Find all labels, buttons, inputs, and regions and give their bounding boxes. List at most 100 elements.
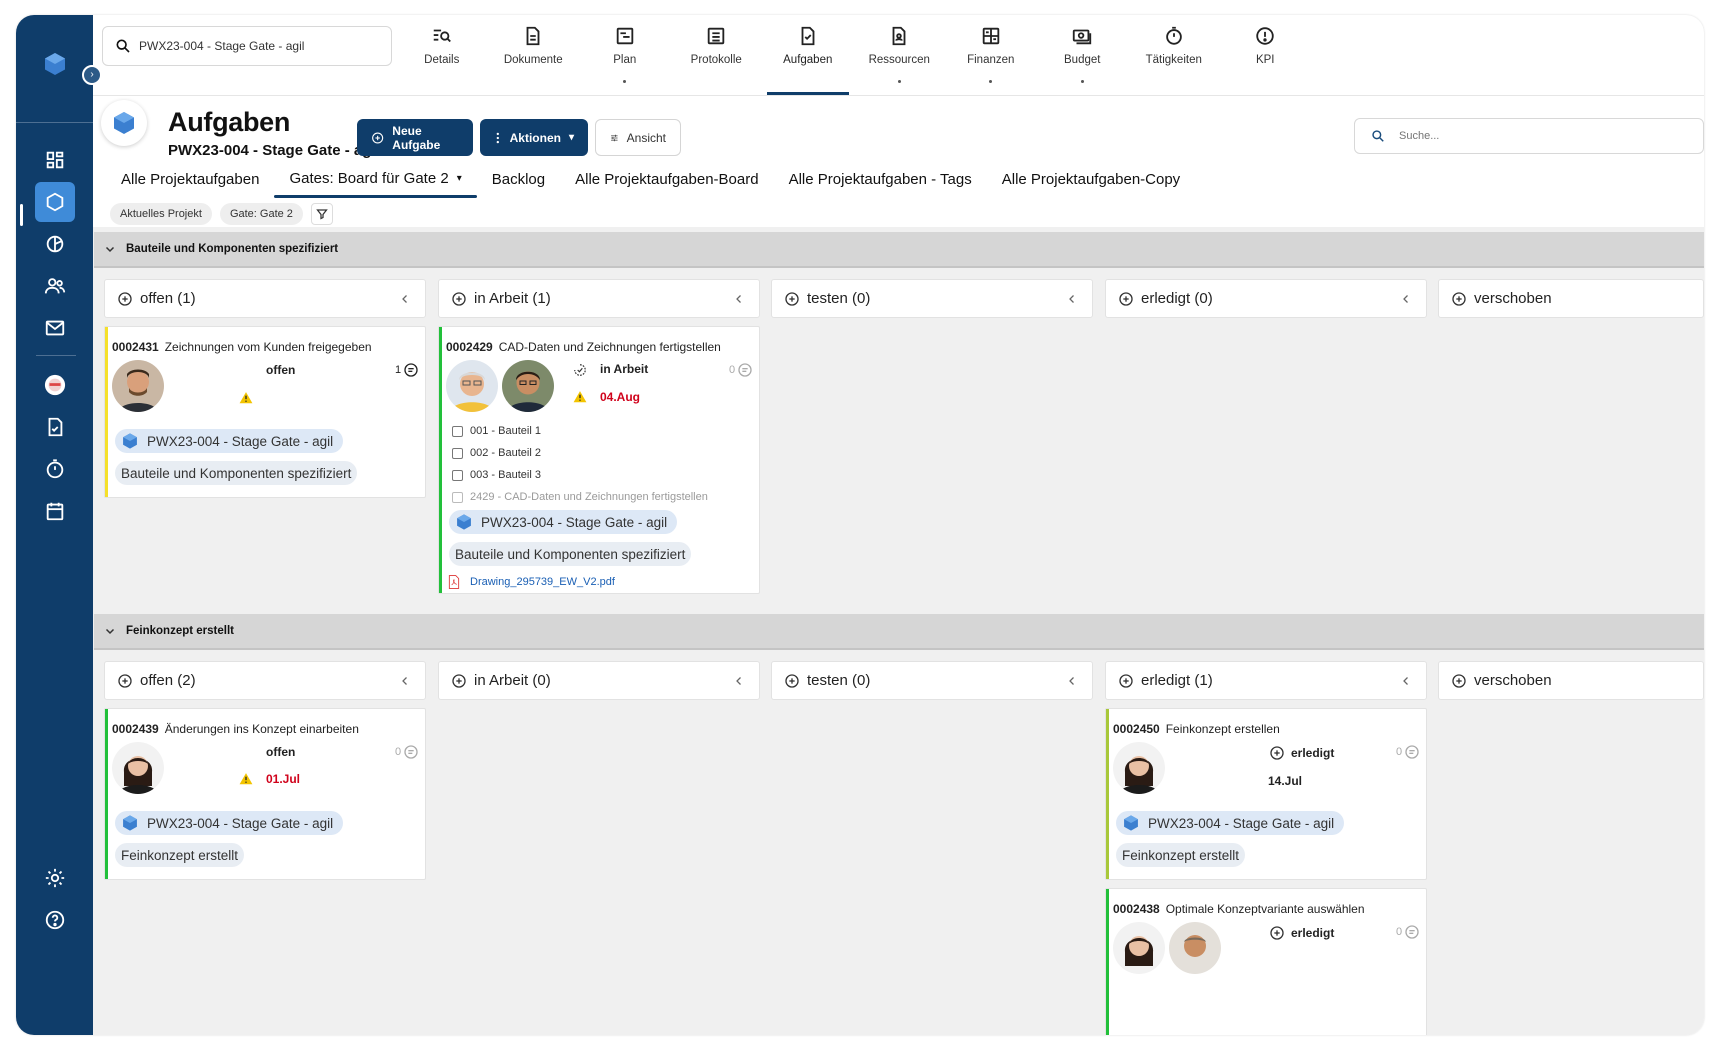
column-header[interactable]: testen (0) (771, 661, 1093, 700)
avatar[interactable] (502, 360, 554, 412)
chevron-left-icon[interactable] (1066, 292, 1078, 306)
task-search-input[interactable] (1399, 130, 1541, 142)
nav-taetigkeiten[interactable]: Tätigkeiten (1128, 15, 1220, 95)
column-header[interactable]: offen (1) (104, 279, 426, 318)
plus-circle-icon[interactable] (117, 291, 133, 307)
checkbox[interactable] (452, 425, 463, 437)
column-header[interactable]: erledigt (0) (1105, 279, 1427, 318)
plus-circle-icon[interactable] (451, 673, 467, 689)
task-card[interactable]: 0002438 Optimale Konzeptvariante auswähle… (1105, 888, 1427, 1035)
nav-details[interactable]: Details (396, 15, 488, 95)
portfolio-chart-icon[interactable] (35, 224, 75, 264)
swimlane-header[interactable]: Bauteile und Komponenten spezifiziert (94, 232, 1704, 268)
avatar[interactable] (112, 742, 164, 794)
comment-count[interactable]: 0 (1396, 744, 1420, 760)
project-search[interactable] (102, 26, 392, 66)
nav-finanzen[interactable]: Finanzen (945, 15, 1037, 95)
avatar[interactable] (1113, 742, 1165, 794)
checkbox[interactable] (452, 469, 463, 481)
project-tag[interactable]: PWX23-004 - Stage Gate - agil (1116, 811, 1345, 835)
project-tag[interactable]: PWX23-004 - Stage Gate - agil (115, 811, 344, 835)
swimlane-tag[interactable]: Feinkonzept erstellt (115, 843, 245, 867)
checklist-item[interactable]: 001 - Bauteil 1 (452, 425, 541, 437)
checklist-item[interactable]: 003 - Bauteil 3 (452, 469, 541, 481)
comment-count[interactable]: 1 (395, 362, 419, 378)
plus-circle-icon[interactable] (117, 673, 133, 689)
plus-circle-icon[interactable] (1451, 673, 1467, 689)
chevron-down-icon[interactable]: ▾ (457, 173, 462, 184)
dashboard-icon[interactable] (35, 140, 75, 180)
swimlane-header[interactable]: Feinkonzept erstellt (94, 614, 1704, 650)
projects-hexagon-icon[interactable] (35, 182, 75, 222)
new-task-button[interactable]: Neue Aufgabe (357, 119, 473, 156)
column-header[interactable]: in Arbeit (0) (438, 661, 760, 700)
checkbox[interactable] (452, 491, 463, 503)
nav-ressourcen[interactable]: Ressourcen (854, 15, 946, 95)
chevron-left-icon[interactable] (1400, 674, 1412, 688)
filter-chip[interactable]: Aktuelles Projekt (110, 203, 212, 225)
avatar[interactable] (1113, 922, 1165, 974)
column-header[interactable]: offen (2) (104, 661, 426, 700)
calendar-icon[interactable] (35, 491, 75, 531)
comment-count[interactable]: 0 (395, 744, 419, 760)
plus-circle-icon[interactable] (1118, 673, 1134, 689)
comment-count[interactable]: 0 (1396, 924, 1420, 940)
tab-alle-projektaufgaben[interactable]: Alle Projektaufgaben (106, 160, 274, 198)
nav-budget[interactable]: Budget (1037, 15, 1129, 95)
attachment-link[interactable]: Drawing_295739_EW_V2.pdf (448, 575, 615, 589)
comment-count[interactable]: 0 (729, 362, 753, 378)
swimlane-tag[interactable]: Bauteile und Komponenten spezifiziert (115, 461, 358, 485)
plus-circle-icon[interactable] (784, 673, 800, 689)
column-header[interactable]: in Arbeit (1) (438, 279, 760, 318)
plus-circle-icon[interactable] (451, 291, 467, 307)
users-icon[interactable] (35, 266, 75, 306)
nav-dokumente[interactable]: Dokumente (488, 15, 580, 95)
column-header[interactable]: erledigt (1) (1105, 661, 1427, 700)
column-header[interactable]: verschoben (1438, 279, 1704, 318)
column-header[interactable]: testen (0) (771, 279, 1093, 318)
nav-aufgaben[interactable]: Aufgaben (762, 15, 854, 95)
chevron-left-icon[interactable] (399, 674, 411, 688)
project-tag[interactable]: PWX23-004 - Stage Gate - agil (115, 429, 344, 453)
help-icon[interactable] (35, 900, 75, 940)
plus-circle-icon[interactable] (784, 291, 800, 307)
actions-button[interactable]: Aktionen ▾ (480, 119, 588, 156)
tab-alle-projektaufgaben-copy[interactable]: Alle Projektaufgaben-Copy (987, 160, 1195, 198)
task-search[interactable] (1354, 118, 1704, 154)
avatar[interactable] (112, 360, 164, 412)
checklist-item[interactable]: 2429 - CAD-Daten und Zeichnungen fertigs… (452, 491, 708, 503)
swimlane-tag[interactable]: Bauteile und Komponenten spezifiziert (449, 542, 692, 566)
chevron-left-icon[interactable] (399, 292, 411, 306)
avatar[interactable] (1169, 922, 1221, 974)
project-tag[interactable]: PWX23-004 - Stage Gate - agil (449, 510, 678, 534)
sidebar-expand-icon[interactable]: › (82, 65, 102, 85)
tab-alle-projektaufgaben-board[interactable]: Alle Projektaufgaben-Board (560, 160, 773, 198)
document-check-icon[interactable] (35, 407, 75, 447)
view-button[interactable]: Ansicht (595, 119, 681, 156)
plus-circle-icon[interactable] (1118, 291, 1134, 307)
column-header[interactable]: verschoben (1438, 661, 1704, 700)
task-card[interactable]: 0002431 Zeichnungen vom Kunden freigegebe… (104, 326, 426, 498)
avatar[interactable] (446, 360, 498, 412)
tab-gates-board[interactable]: Gates: Board für Gate 2 ▾ (274, 160, 478, 198)
task-card[interactable]: 0002429 CAD-Daten und Zeichnungen fertigs… (438, 326, 760, 594)
nav-plan[interactable]: Plan (579, 15, 671, 95)
task-card[interactable]: 0002450 Feinkonzept erstellen erledigt 0 … (1105, 708, 1427, 880)
app-logo-icon[interactable] (42, 51, 68, 77)
chevron-left-icon[interactable] (733, 674, 745, 688)
swimlane-tag[interactable]: Feinkonzept erstellt (1116, 843, 1246, 867)
project-search-input[interactable] (139, 39, 369, 53)
chevron-left-icon[interactable] (733, 292, 745, 306)
plus-circle-icon[interactable] (1451, 291, 1467, 307)
filter-icon[interactable] (310, 203, 333, 225)
checklist-item[interactable]: 002 - Bauteil 2 (452, 447, 541, 459)
filter-chip[interactable]: Gate: Gate 2 (219, 203, 303, 225)
tab-alle-projektaufgaben-tags[interactable]: Alle Projektaufgaben - Tags (774, 160, 987, 198)
user-profile-avatar[interactable] (35, 365, 75, 405)
task-card[interactable]: 0002439 Änderungen ins Konzept einarbeite… (104, 708, 426, 880)
settings-gear-icon[interactable] (35, 858, 75, 898)
chevron-left-icon[interactable] (1400, 292, 1412, 306)
chevron-left-icon[interactable] (1066, 674, 1078, 688)
checkbox[interactable] (452, 447, 463, 459)
mail-icon[interactable] (35, 308, 75, 348)
